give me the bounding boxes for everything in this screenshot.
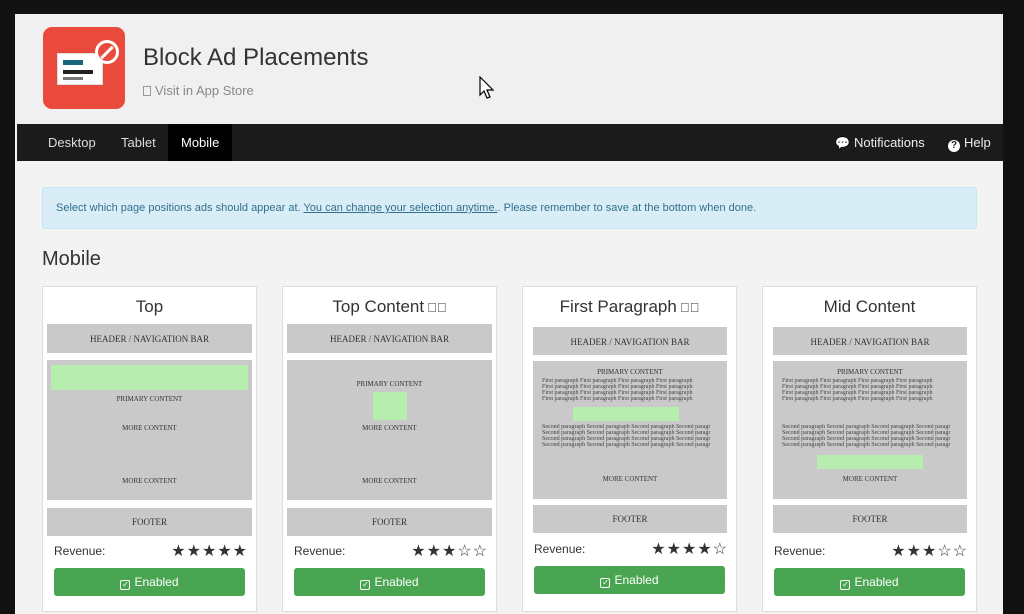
checkbox-icon: ✓ — [120, 580, 131, 590]
enabled-toggle-button[interactable]: ✓ Enabled — [774, 568, 965, 596]
revenue-label: Revenue: — [54, 544, 106, 558]
tab-mobile[interactable]: Mobile — [168, 124, 233, 161]
question-circle-icon: ? — [948, 140, 960, 152]
placement-card-top: Top HEADER / NAVIGATION BAR PRIMARY CONT… — [42, 286, 257, 612]
footer-block: FOOTER — [287, 508, 492, 536]
revenue-label: Revenue: — [294, 544, 346, 558]
chat-bubbles-icon: 💬 — [835, 136, 850, 150]
enabled-toggle-button[interactable]: ✓ Enabled — [294, 568, 485, 596]
mouse-cursor-icon — [479, 76, 495, 99]
placement-card-first-paragraph: First Paragraph 👤⃠ HEADER / NAVIGATION BA… — [522, 286, 737, 612]
ad-slot-highlight — [573, 407, 679, 421]
ad-slot-highlight — [373, 392, 407, 420]
mobile-phone-icon — [143, 86, 151, 96]
ad-slot-highlight — [817, 455, 923, 469]
card-title: Top Content 👤⃠ — [332, 297, 447, 316]
first-paragraph-text: First paragraph First paragraph First pa… — [542, 378, 693, 402]
first-paragraph-text: First paragraph First paragraph First pa… — [782, 378, 933, 402]
app-title: Block Ad Placements — [143, 44, 369, 71]
header-bar-block: HEADER / NAVIGATION BAR — [533, 327, 727, 355]
card-title: Mid Content — [823, 297, 916, 316]
person-blocked-icon: 👤⃠ — [427, 300, 447, 315]
revenue-stars: ★★★★★ — [171, 543, 248, 560]
placement-card-top-content: Top Content 👤⃠ HEADER / NAVIGATION BAR PR… — [282, 286, 497, 612]
person-blocked-icon: 👤⃠ — [679, 300, 700, 315]
visit-app-store-link[interactable]: Visit in App Store — [143, 83, 254, 98]
card-title: First Paragraph 👤⃠ — [559, 297, 700, 316]
notifications-link[interactable]: 💬 Notifications — [835, 124, 925, 161]
revenue-label: Revenue: — [534, 542, 586, 556]
second-paragraph-text: Second paragraph Second paragraph Second… — [542, 424, 711, 448]
revenue-stars: ★★★☆☆ — [891, 543, 968, 560]
alert-text-before: Select which page positions ads should a… — [56, 202, 304, 214]
second-paragraph-text: Second paragraph Second paragraph Second… — [782, 424, 951, 448]
help-label: Help — [964, 135, 991, 150]
checkbox-icon: ✓ — [600, 578, 611, 588]
footer-block: FOOTER — [47, 508, 252, 536]
app-header: Block Ad Placements Visit in App Store — [15, 14, 1003, 124]
header-bar-block: HEADER / NAVIGATION BAR — [47, 324, 252, 353]
alert-text-after: . Please remember to save at the bottom … — [497, 202, 757, 214]
tab-desktop[interactable]: Desktop — [35, 124, 109, 161]
help-link[interactable]: ? Help — [948, 124, 991, 161]
change-selection-link[interactable]: You can change your selection anytime. — [303, 202, 497, 214]
footer-block: FOOTER — [773, 505, 967, 533]
enabled-toggle-button[interactable]: ✓ Enabled — [534, 566, 725, 594]
content-block: PRIMARY CONTENT MORE CONTENT MORE CONTEN… — [287, 360, 492, 500]
checkbox-icon: ✓ — [840, 580, 851, 590]
content-block: PRIMARY CONTENT First paragraph First pa… — [773, 361, 967, 499]
placement-card-mid-content: Mid Content HEADER / NAVIGATION BAR PRIM… — [762, 286, 977, 612]
footer-block: FOOTER — [533, 505, 727, 533]
revenue-label: Revenue: — [774, 544, 826, 558]
ban-icon — [95, 40, 119, 64]
notifications-label: Notifications — [853, 135, 925, 150]
content-block: PRIMARY CONTENT MORE CONTENT MORE CONTEN… — [47, 360, 252, 500]
content-block: PRIMARY CONTENT First paragraph First pa… — [533, 361, 727, 499]
enabled-toggle-button[interactable]: ✓ Enabled — [54, 568, 245, 596]
section-title: Mobile — [42, 248, 101, 270]
checkbox-icon: ✓ — [360, 580, 371, 590]
device-navbar: Desktop Tablet Mobile 💬 Notifications ? He… — [17, 124, 1003, 161]
store-link-label: Visit in App Store — [155, 83, 254, 98]
card-title: Top — [135, 297, 164, 316]
tab-tablet[interactable]: Tablet — [108, 124, 169, 161]
revenue-stars: ★★★☆☆ — [411, 543, 488, 560]
info-alert: Select which page positions ads should a… — [42, 187, 977, 229]
revenue-stars: ★★★★☆ — [651, 541, 728, 558]
app-page: Block Ad Placements Visit in App Store D… — [15, 14, 1003, 614]
header-bar-block: HEADER / NAVIGATION BAR — [773, 327, 967, 355]
app-icon — [43, 27, 125, 109]
header-bar-block: HEADER / NAVIGATION BAR — [287, 324, 492, 353]
ad-slot-highlight — [51, 365, 248, 390]
